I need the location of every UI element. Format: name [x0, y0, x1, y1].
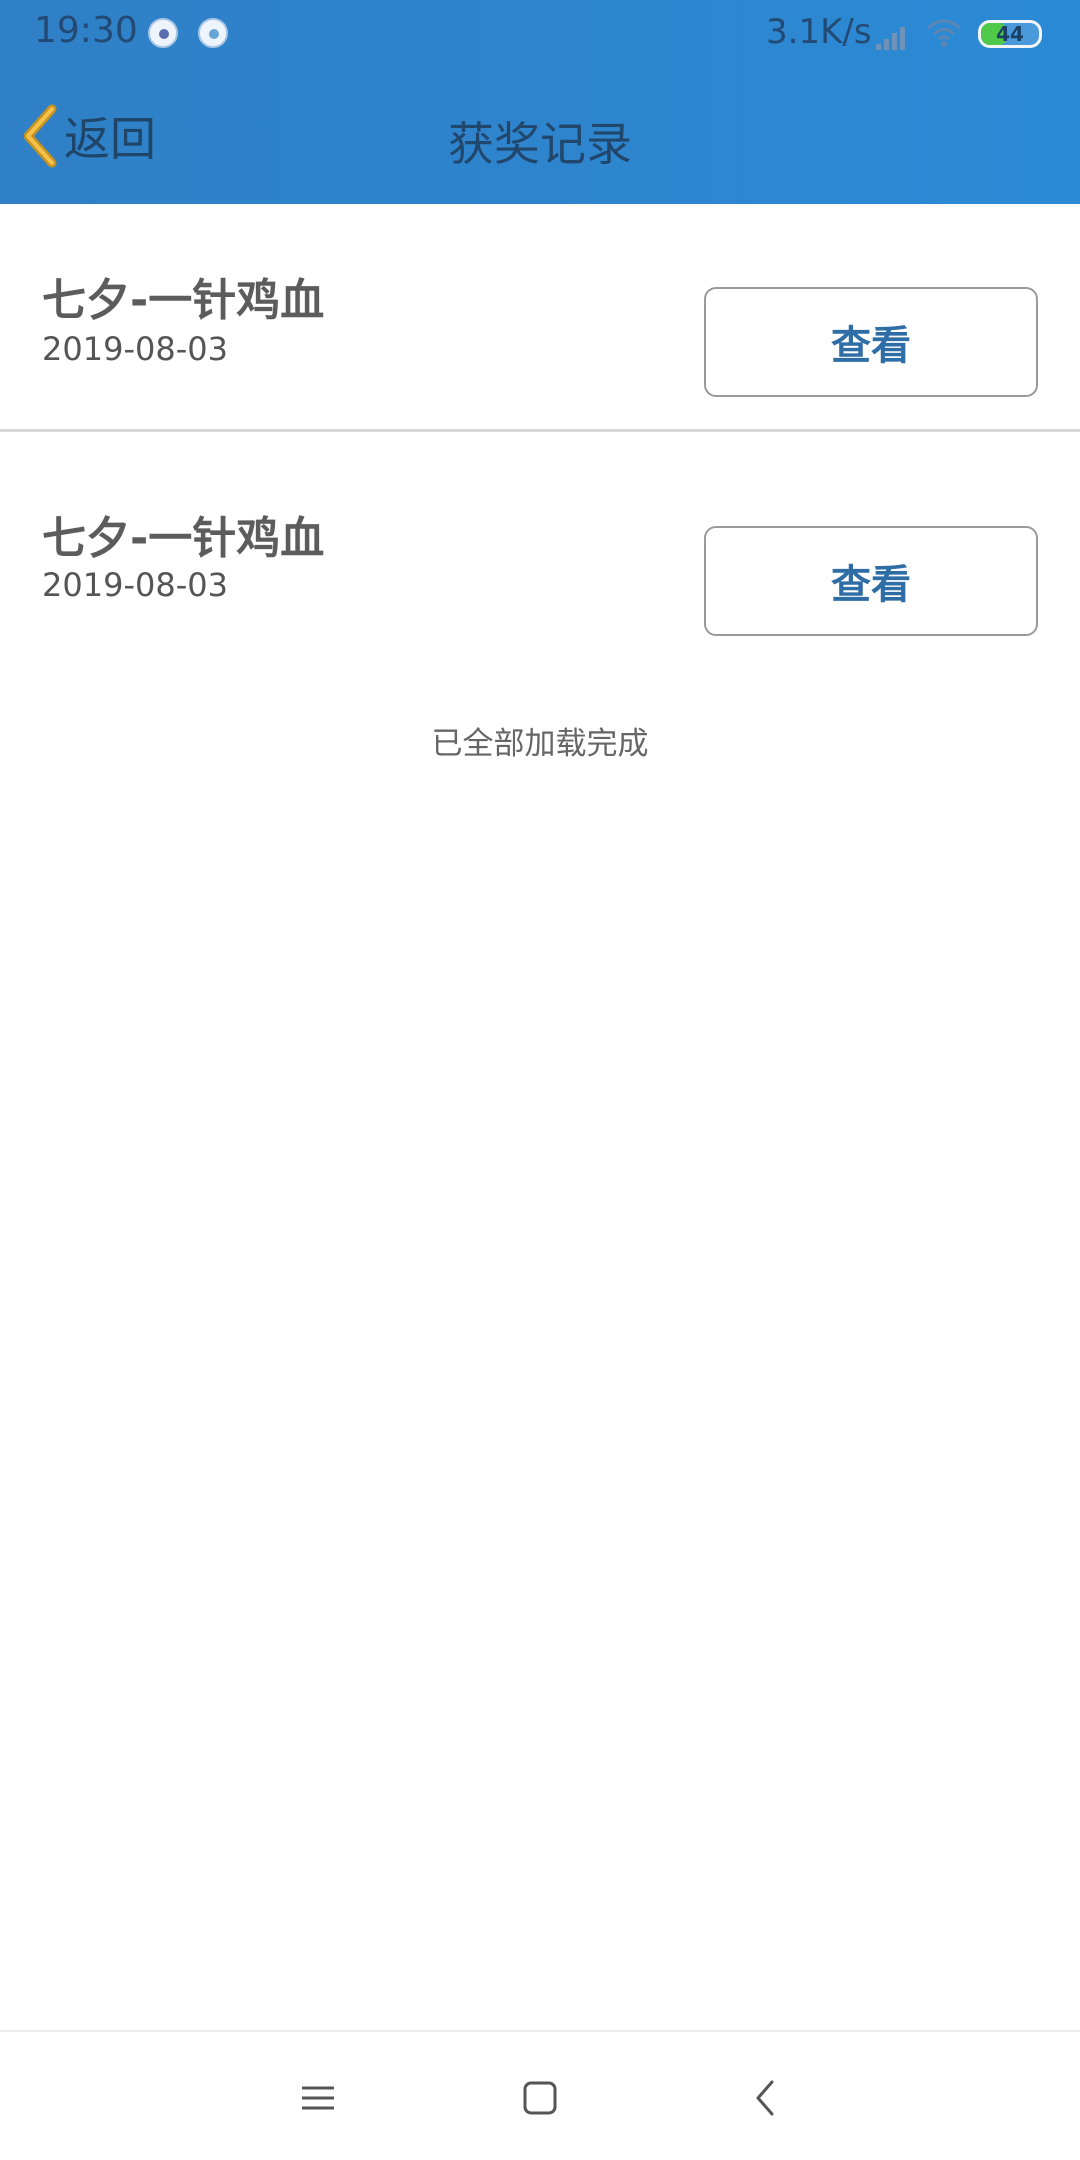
battery-level: 44 — [996, 22, 1024, 46]
menu-icon[interactable] — [288, 2068, 348, 2128]
title-bar: 返回 获奖记录 — [0, 68, 1080, 204]
record-date: 2019-08-03 — [42, 330, 228, 368]
navigation-bar — [0, 2030, 1080, 2160]
back-icon[interactable] — [736, 2068, 796, 2128]
load-status: 已全部加载完成 — [431, 726, 649, 762]
status-time: 19:30 — [34, 10, 138, 51]
record-title: 七夕-一针鸡血 — [42, 275, 325, 326]
view-button[interactable]: 查看 — [704, 526, 1038, 636]
signal-icon — [876, 27, 905, 50]
battery-icon: 44 — [978, 20, 1042, 48]
app-notification-icon — [148, 18, 178, 48]
record-date: 2019-08-03 — [42, 566, 228, 604]
back-label: 返回 — [64, 112, 156, 166]
chevron-left-icon — [23, 104, 57, 168]
list-item: 七夕-一针鸡血 2019-08-03 查看 — [0, 432, 1080, 660]
wifi-icon — [927, 19, 961, 47]
back-button[interactable]: 返回 — [18, 98, 188, 174]
list-item: 七夕-一针鸡血 2019-08-03 查看 — [0, 204, 1080, 432]
record-title: 七夕-一针鸡血 — [42, 513, 325, 564]
header: 19:30 3.1K/s 44 返回 获奖记录 — [0, 0, 1080, 204]
view-button[interactable]: 查看 — [704, 287, 1038, 397]
record-list: 七夕-一针鸡血 2019-08-03 查看 七夕-一针鸡血 2019-08-03… — [0, 204, 1080, 660]
network-speed: 3.1K/s — [766, 12, 872, 52]
app-notification-icon — [198, 18, 228, 48]
status-bar: 19:30 3.1K/s 44 — [0, 0, 1080, 68]
app-root: 19:30 3.1K/s 44 返回 获奖记录 七夕-一针鸡血 2019-08-… — [0, 0, 1080, 2160]
home-icon[interactable] — [510, 2068, 570, 2128]
